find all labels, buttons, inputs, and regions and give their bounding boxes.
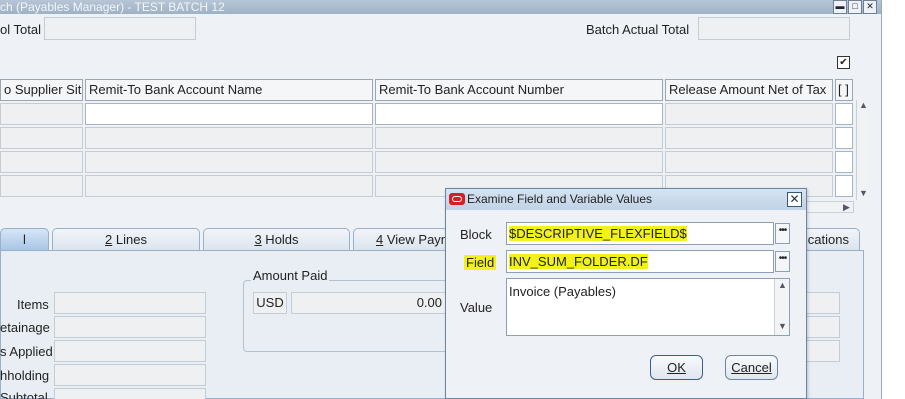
batch-actual-total-label: Batch Actual Total — [586, 22, 690, 37]
amount-paid-field[interactable]: 0.00 — [291, 292, 446, 314]
amount-paid-label: Amount Paid — [251, 268, 330, 283]
column-header-bank-account-name[interactable]: Remit-To Bank Account Name — [85, 79, 373, 101]
grid-cell[interactable] — [85, 103, 373, 125]
tab-lines[interactable]: 2 Lines — [52, 228, 200, 250]
scroll-down-icon[interactable]: ▼ — [859, 188, 868, 198]
field-label: Field — [464, 255, 497, 270]
grid-cell[interactable] — [85, 127, 373, 149]
right-field[interactable] — [806, 292, 840, 314]
right-field[interactable] — [806, 340, 840, 362]
grid-cell[interactable] — [375, 103, 663, 125]
summary-label-items: Items — [17, 297, 49, 312]
grid-cell[interactable] — [835, 175, 853, 197]
ok-label: OK — [667, 360, 686, 375]
grid-cell[interactable] — [835, 103, 853, 125]
window-title: ch (Payables Manager) - TEST BATCH 12 — [0, 0, 225, 14]
summary-label-retainage: etainage — [0, 320, 50, 335]
cancel-label: Cancel — [731, 360, 772, 375]
block-value: $DESCRIPTIVE_FLEXFIELD$ — [509, 226, 687, 241]
close-icon[interactable]: ✕ — [787, 192, 802, 207]
grid-horizontal-scrollbar[interactable]: ▶ — [806, 201, 854, 213]
tab-label: cations — [807, 232, 849, 247]
grid-cell[interactable] — [665, 127, 833, 149]
scroll-up-icon[interactable]: ▲ — [859, 100, 868, 110]
value-label: Value — [460, 300, 493, 315]
summary-field-applied[interactable] — [54, 340, 206, 362]
grid-cell[interactable] — [375, 151, 663, 173]
batch-actual-total-field[interactable] — [698, 17, 850, 40]
ellipsis-icon[interactable]: ••• — [775, 251, 790, 272]
grid-cell[interactable] — [835, 151, 853, 173]
control-total-label: ol Total — [0, 22, 41, 37]
tab-mnemonic: 3 — [254, 232, 262, 247]
scroll-up-icon[interactable]: ▲ — [778, 280, 787, 290]
tab-general[interactable]: l — [0, 228, 49, 250]
right-field[interactable] — [806, 316, 840, 338]
amount-paid-group — [243, 280, 453, 352]
grid-cell[interactable] — [0, 175, 83, 197]
field-field[interactable]: INV_SUM_FOLDER.DF — [506, 250, 774, 273]
tab-view-payments[interactable]: 4 View Payn — [353, 228, 448, 250]
column-header-release-amount[interactable]: Release Amount Net of Tax — [665, 79, 833, 101]
tab-label: View Payn — [383, 232, 449, 247]
window-title-bar: ch (Payables Manager) - TEST BATCH 12 ▬ … — [0, 0, 881, 14]
column-header-supplier-site[interactable]: o Supplier Site — [0, 79, 83, 101]
summary-field-withholding[interactable] — [54, 364, 206, 386]
cancel-button[interactable]: Cancel — [725, 355, 778, 380]
folder-checkbox[interactable]: ✔ — [837, 56, 850, 69]
grid-vertical-scrollbar[interactable]: ▲ ▼ — [856, 100, 869, 200]
dialog-title-bar: Examine Field and Variable Values ✕ — [446, 189, 806, 210]
control-total-field[interactable] — [44, 17, 196, 40]
value-scrollbar[interactable]: ▲ ▼ — [774, 279, 789, 335]
summary-label-applied: s Applied — [0, 344, 53, 359]
grid-cell[interactable] — [665, 151, 833, 173]
block-field[interactable]: $DESCRIPTIVE_FLEXFIELD$ — [506, 222, 774, 245]
scroll-down-icon[interactable]: ▼ — [778, 321, 787, 331]
column-header-brackets[interactable]: [ ] — [835, 79, 853, 101]
grid-cell[interactable] — [0, 151, 83, 173]
ellipsis-icon[interactable]: ••• — [775, 223, 790, 244]
summary-field-retainage[interactable] — [54, 316, 206, 338]
summary-field-items[interactable] — [54, 292, 206, 314]
grid-cell[interactable] — [85, 151, 373, 173]
close-icon[interactable]: ✕ — [863, 0, 877, 14]
ok-button[interactable]: OK — [650, 355, 703, 380]
dialog-title: Examine Field and Variable Values — [467, 192, 652, 206]
grid-cell[interactable] — [665, 103, 833, 125]
oracle-logo-icon — [449, 193, 465, 205]
value-text: Invoice (Payables) — [509, 284, 616, 299]
minimize-icon[interactable]: ▬ — [833, 0, 847, 14]
grid-cell[interactable] — [0, 127, 83, 149]
block-label: Block — [460, 227, 492, 242]
grid-cell[interactable] — [85, 175, 373, 197]
tab-label: l — [23, 232, 26, 247]
currency-field[interactable]: USD — [253, 292, 287, 314]
value-textarea[interactable]: Invoice (Payables) ▲ ▼ — [506, 278, 790, 336]
tab-holds[interactable]: 3 Holds — [203, 228, 350, 250]
summary-label-withholding: hholding — [0, 368, 50, 383]
tab-label: Holds — [261, 232, 299, 247]
scroll-right-icon[interactable]: ▶ — [843, 202, 850, 213]
summary-label-subtotal: Subtotal — [0, 390, 48, 399]
grid-cell[interactable] — [375, 127, 663, 149]
summary-field-subtotal[interactable] — [54, 388, 206, 399]
column-header-bank-account-number[interactable]: Remit-To Bank Account Number — [375, 79, 663, 101]
grid-cell[interactable] — [0, 103, 83, 125]
maximize-icon[interactable]: □ — [848, 0, 862, 14]
field-value: INV_SUM_FOLDER.DF — [509, 254, 648, 269]
tab-label: Lines — [112, 232, 147, 247]
grid-cell[interactable] — [835, 127, 853, 149]
